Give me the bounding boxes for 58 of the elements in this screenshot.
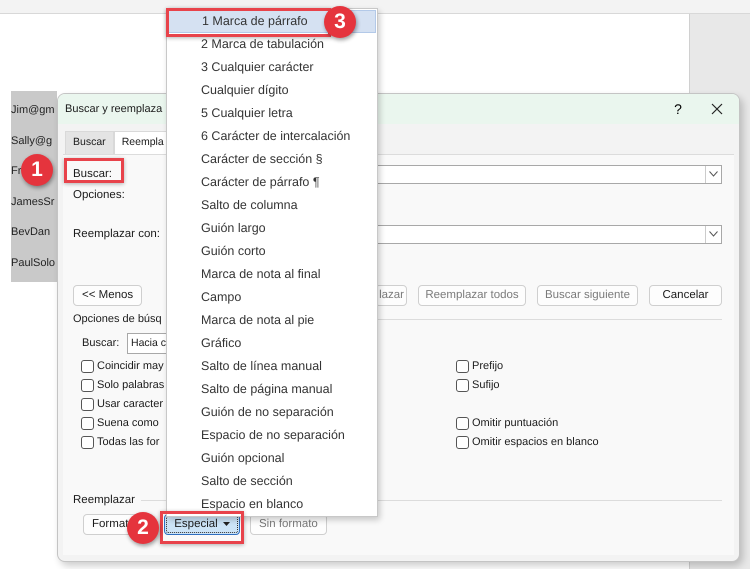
checkbox[interactable] [81,398,94,410]
menu-item[interactable]: Espacio en blanco [168,493,376,516]
checkbox-label: Usar caracter [97,396,164,412]
chevron-down-icon [709,231,718,237]
menu-item[interactable]: Guión opcional [168,447,376,470]
checkbox[interactable] [456,436,469,448]
checkbox[interactable] [81,436,94,448]
checkbox-label: Coincidir may [97,358,164,374]
less-button[interactable]: << Menos [73,285,142,306]
window-title: Buscar y reemplaza [65,102,162,117]
group-title: Opciones de búsq [73,312,162,327]
checkbox[interactable] [81,360,94,372]
menu-item[interactable]: Salto de página manual [168,378,376,401]
menu-item[interactable]: 3 Cualquier carácter [168,56,376,79]
menu-item[interactable]: Espacio de no separación [168,424,376,447]
checkbox-label: Omitir puntuación [472,416,558,431]
chevron-down-icon [709,171,718,177]
close-icon[interactable] [711,103,723,115]
cell-text: PaulSolo [11,256,56,270]
highlight-frame [64,158,124,183]
menu-item[interactable]: 5 Cualquier letra [168,102,376,125]
cell-text: BevDan [11,225,50,240]
menu-item[interactable]: Guión largo [168,217,376,240]
cell-text: Sally@g [11,134,52,148]
tab[interactable]: Buscar [65,131,114,154]
checkbox[interactable] [81,378,94,392]
checkbox-label: Omitir espacios en blanco [472,434,599,450]
checkbox-label: Solo palabras [97,378,164,393]
menu-item[interactable]: Gráfico [168,332,376,355]
checkbox-label: Todas las for [97,434,160,450]
checkbox[interactable] [456,360,469,372]
menu-item[interactable]: Marca de nota al pie [168,309,376,332]
menu-item[interactable]: Guión corto [168,240,376,263]
field-label: Buscar: [82,336,120,351]
checkbox[interactable] [81,416,94,430]
checkbox[interactable] [456,416,469,430]
help-button[interactable]: ? [663,98,693,120]
field-label: Buscar: [73,167,112,181]
cell-text: Fr [11,164,22,179]
cell-text: JamesSr [11,194,54,210]
menu-item[interactable]: Marca de nota al final [168,263,376,286]
menu-item[interactable]: Carácter de párrafo ¶ [168,171,376,194]
checkbox[interactable] [456,378,469,392]
checkbox-label: Sufijo [472,378,500,393]
caret-icon [222,522,230,526]
dialog-button[interactable]: Cancelar [649,285,722,306]
field-label: Reemplazar con: [73,227,160,241]
cell-text: Jim@gm [11,103,55,118]
menu-item[interactable]: Guión de no separación [168,401,376,424]
checkbox-label: Prefijo [472,358,504,374]
menu-item[interactable]: Cualquier dígito [168,79,376,102]
group-title: Reemplazar [73,492,135,508]
menu-item[interactable]: Salto de sección [168,470,376,493]
options-label: Opciones: [73,188,125,204]
checkbox-label: Suena como [97,416,159,431]
menu-item[interactable]: Campo [168,286,376,309]
menu-item[interactable]: Salto de línea manual [168,355,376,378]
menu-item[interactable]: Salto de columna [168,194,376,217]
